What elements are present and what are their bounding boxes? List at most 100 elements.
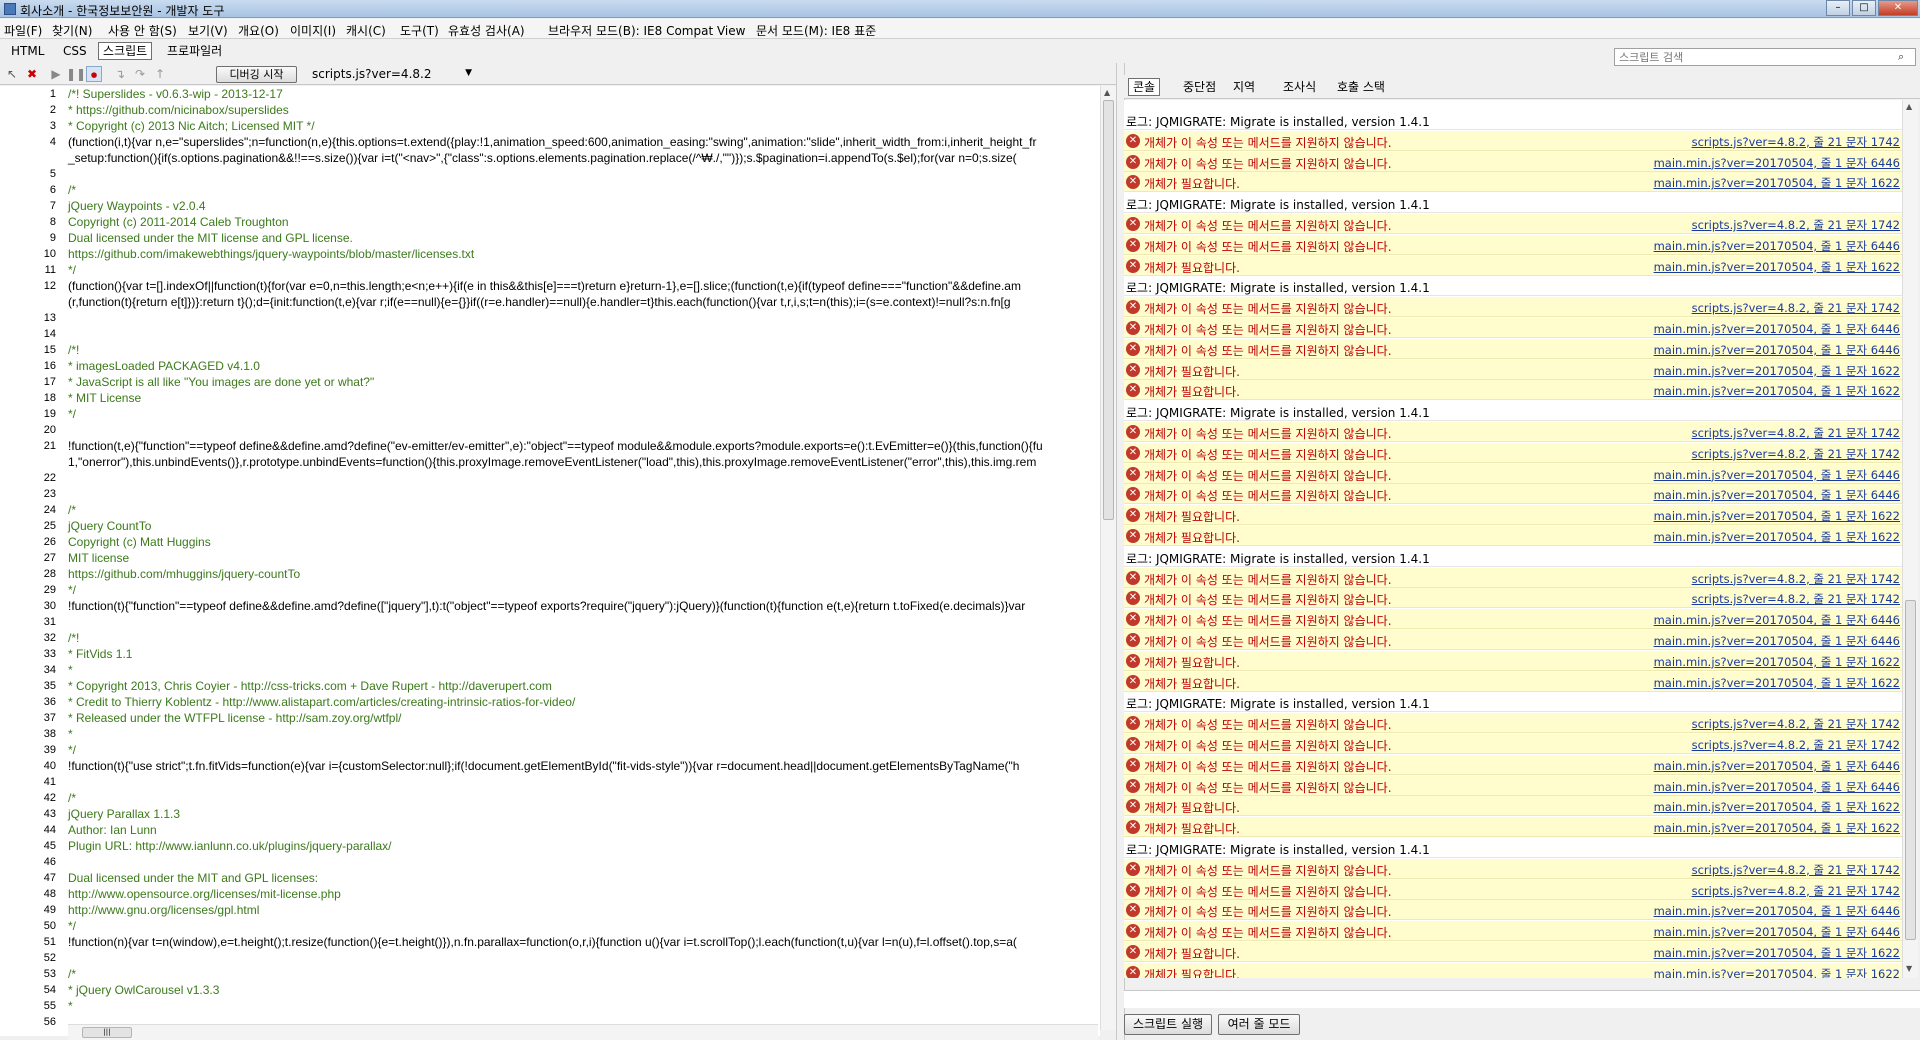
console-message: 개체가 이 속성 또는 메서드를 지원하지 않습니다. bbox=[1144, 593, 1392, 608]
source-link[interactable]: scripts.js?ver=4.8.2, 줄 21 문자 1742 bbox=[1692, 716, 1900, 732]
source-link[interactable]: scripts.js?ver=4.8.2, 줄 21 문자 1742 bbox=[1692, 425, 1900, 441]
menu-item[interactable]: 이미지(I) bbox=[290, 22, 336, 39]
source-link[interactable]: scripts.js?ver=4.8.2, 줄 21 문자 1742 bbox=[1692, 737, 1900, 753]
console-tab-watch[interactable]: 조사식 bbox=[1278, 78, 1321, 96]
code-editor[interactable]: 1 2 3 4 5 6 7 8 9 10 11 12 13 14 15 16 17 18 19 20 21 22 23 24 2… bbox=[0, 86, 1100, 1036]
script-search-input[interactable] bbox=[1614, 48, 1916, 66]
console-tab-callstack[interactable]: 호출 스택 bbox=[1332, 78, 1390, 96]
source-link[interactable]: scripts.js?ver=4.8.2, 줄 21 문자 1742 bbox=[1692, 883, 1900, 899]
scroll-up-icon[interactable]: ▲ bbox=[1906, 102, 1912, 111]
line-number: 36 bbox=[43, 696, 56, 708]
source-link[interactable]: main.min.js?ver=20170504, 줄 1 문자 1622 bbox=[1654, 383, 1900, 399]
source-link[interactable]: main.min.js?ver=20170504, 줄 1 문자 1622 bbox=[1654, 508, 1900, 524]
line-number-gutter: 1 2 3 4 5 6 7 8 9 10 11 12 13 14 15 16 17 18 19 20 21 22 23 24 2… bbox=[0, 86, 62, 1036]
source-link[interactable]: main.min.js?ver=20170504, 줄 1 문자 6446 bbox=[1654, 487, 1900, 503]
source-link[interactable]: main.min.js?ver=20170504, 줄 1 문자 1622 bbox=[1654, 820, 1900, 836]
source-link[interactable]: main.min.js?ver=20170504, 줄 1 문자 1622 bbox=[1654, 259, 1900, 275]
console-message: 개체가 이 속성 또는 메서드를 지원하지 않습니다. bbox=[1144, 572, 1392, 587]
code-line: jQuery CountTo bbox=[68, 519, 152, 533]
menu-item[interactable]: 파일(F) bbox=[4, 22, 42, 39]
source-link[interactable]: main.min.js?ver=20170504, 줄 1 문자 6446 bbox=[1654, 467, 1900, 483]
break-icon[interactable]: ❚❚ bbox=[66, 66, 86, 82]
clear-breakpoints-icon[interactable]: ✖ bbox=[24, 66, 40, 82]
source-link[interactable]: main.min.js?ver=20170504, 줄 1 문자 6446 bbox=[1654, 758, 1900, 774]
source-link[interactable]: main.min.js?ver=20170504, 줄 1 문자 6446 bbox=[1654, 924, 1900, 940]
line-number: 6 bbox=[49, 184, 56, 196]
console-message: 개체가 이 속성 또는 메서드를 지원하지 않습니다. bbox=[1144, 239, 1392, 254]
source-link[interactable]: scripts.js?ver=4.8.2, 줄 21 문자 1742 bbox=[1692, 134, 1900, 150]
console-tab-breakpoints[interactable]: 중단점 bbox=[1178, 78, 1221, 96]
menu-item[interactable]: 브라우저 모드(B): IE8 Compat View bbox=[548, 22, 745, 39]
code-horizontal-scrollbar[interactable]: ||| bbox=[68, 1024, 1098, 1040]
select-element-icon[interactable]: ↖ bbox=[4, 66, 20, 82]
source-link[interactable]: main.min.js?ver=20170504, 줄 1 문자 6446 bbox=[1654, 633, 1900, 649]
source-link[interactable]: main.min.js?ver=20170504, 줄 1 문자 6446 bbox=[1654, 903, 1900, 919]
source-link[interactable]: scripts.js?ver=4.8.2, 줄 21 문자 1742 bbox=[1692, 862, 1900, 878]
source-link[interactable]: main.min.js?ver=20170504, 줄 1 문자 1622 bbox=[1654, 966, 1900, 978]
console-message: 로그: JQMIGRATE: Migrate is installed, ver… bbox=[1126, 281, 1430, 296]
menu-item[interactable]: 유효성 검사(A) bbox=[448, 22, 525, 39]
source-link[interactable]: main.min.js?ver=20170504, 줄 1 문자 1622 bbox=[1654, 175, 1900, 191]
code-line: * Credit to Thierry Koblentz - http://ww… bbox=[68, 695, 576, 709]
source-link[interactable]: scripts.js?ver=4.8.2, 줄 21 문자 1742 bbox=[1692, 446, 1900, 462]
menu-item[interactable]: 개요(O) bbox=[238, 22, 279, 39]
console-message: 개체가 필요합니다. bbox=[1144, 801, 1240, 816]
line-number: 13 bbox=[43, 312, 56, 324]
source-link[interactable]: scripts.js?ver=4.8.2, 줄 21 문자 1742 bbox=[1692, 571, 1900, 587]
scroll-thumb[interactable] bbox=[1905, 600, 1916, 940]
scroll-up-icon[interactable]: ▲ bbox=[1104, 88, 1110, 97]
close-button[interactable]: ✕ bbox=[1878, 0, 1918, 16]
console-vertical-scrollbar[interactable]: ▲ ▼ bbox=[1902, 100, 1918, 978]
line-number: 51 bbox=[43, 936, 56, 948]
source-link[interactable]: main.min.js?ver=20170504, 줄 1 문자 1622 bbox=[1654, 654, 1900, 670]
code-vertical-scrollbar[interactable]: ▲ bbox=[1100, 86, 1116, 1030]
tab-script[interactable]: 스크립트 bbox=[98, 42, 153, 60]
step-over-icon[interactable]: ↷ bbox=[132, 66, 148, 82]
console-tab-locals[interactable]: 지역 bbox=[1228, 78, 1260, 96]
console-message: 개체가 이 속성 또는 메서드를 지원하지 않습니다. bbox=[1144, 926, 1392, 941]
menu-item[interactable]: 찾기(N) bbox=[52, 22, 92, 39]
search-icon[interactable]: ⌕ bbox=[1898, 50, 1904, 64]
source-link[interactable]: main.min.js?ver=20170504, 줄 1 문자 6446 bbox=[1654, 238, 1900, 254]
menu-item[interactable]: 도구(T) bbox=[400, 22, 439, 39]
source-link[interactable]: scripts.js?ver=4.8.2, 줄 21 문자 1742 bbox=[1692, 300, 1900, 316]
scroll-thumb[interactable] bbox=[1103, 100, 1114, 520]
source-link[interactable]: main.min.js?ver=20170504, 줄 1 문자 6446 bbox=[1654, 612, 1900, 628]
source-link[interactable]: main.min.js?ver=20170504, 줄 1 문자 6446 bbox=[1654, 155, 1900, 171]
source-link[interactable]: scripts.js?ver=4.8.2, 줄 21 문자 1742 bbox=[1692, 591, 1900, 607]
console-error-row: ✕ 개체가 이 속성 또는 메서드를 지원하지 않습니다. scripts.js?v… bbox=[1124, 442, 1902, 463]
source-link[interactable]: main.min.js?ver=20170504, 줄 1 문자 1622 bbox=[1654, 945, 1900, 961]
maximize-button[interactable]: □ bbox=[1852, 0, 1876, 16]
source-link[interactable]: main.min.js?ver=20170504, 줄 1 문자 1622 bbox=[1654, 675, 1900, 691]
line-number: 49 bbox=[43, 904, 56, 916]
source-link[interactable]: main.min.js?ver=20170504, 줄 1 문자 6446 bbox=[1654, 321, 1900, 337]
minimize-button[interactable]: – bbox=[1826, 0, 1850, 16]
scroll-down-icon[interactable]: ▼ bbox=[1906, 964, 1912, 973]
menu-item[interactable]: 사용 안 함(S) bbox=[108, 22, 177, 39]
start-debugging-button[interactable]: 디버깅 시작 bbox=[216, 66, 297, 83]
source-link[interactable]: main.min.js?ver=20170504, 줄 1 문자 1622 bbox=[1654, 529, 1900, 545]
break-on-error-icon[interactable]: ⏺ bbox=[86, 66, 102, 82]
continue-icon[interactable]: ▶ bbox=[48, 66, 64, 82]
scroll-thumb[interactable]: ||| bbox=[82, 1027, 132, 1038]
source-link[interactable]: scripts.js?ver=4.8.2, 줄 21 문자 1742 bbox=[1692, 217, 1900, 233]
error-icon: ✕ bbox=[1126, 529, 1140, 543]
script-file-select[interactable]: scripts.js?ver=4.8.2 ▼ bbox=[312, 67, 472, 83]
menu-item[interactable]: 캐시(C) bbox=[346, 22, 386, 39]
source-link[interactable]: main.min.js?ver=20170504, 줄 1 문자 1622 bbox=[1654, 363, 1900, 379]
tab-profiler[interactable]: 프로파일러 bbox=[162, 42, 227, 60]
multiline-mode-button[interactable]: 여러 줄 모드 bbox=[1218, 1014, 1300, 1035]
menu-item[interactable]: 문서 모드(M): IE8 표준 bbox=[756, 22, 876, 39]
tab-css[interactable]: CSS bbox=[58, 42, 92, 60]
line-number: 55 bbox=[43, 1000, 56, 1012]
console-tab-console[interactable]: 콘솔 bbox=[1128, 78, 1161, 96]
step-into-icon[interactable]: ↴ bbox=[112, 66, 128, 82]
run-script-button[interactable]: 스크립트 실행 bbox=[1124, 1014, 1212, 1035]
source-link[interactable]: main.min.js?ver=20170504, 줄 1 문자 6446 bbox=[1654, 779, 1900, 795]
source-link[interactable]: main.min.js?ver=20170504, 줄 1 문자 6446 bbox=[1654, 342, 1900, 358]
menu-item[interactable]: 보기(V) bbox=[188, 22, 228, 39]
source-link[interactable]: main.min.js?ver=20170504, 줄 1 문자 1622 bbox=[1654, 799, 1900, 815]
console-input[interactable] bbox=[1124, 990, 1920, 1008]
step-out-icon[interactable]: ↑ bbox=[152, 66, 168, 82]
tab-html[interactable]: HTML bbox=[6, 42, 49, 60]
